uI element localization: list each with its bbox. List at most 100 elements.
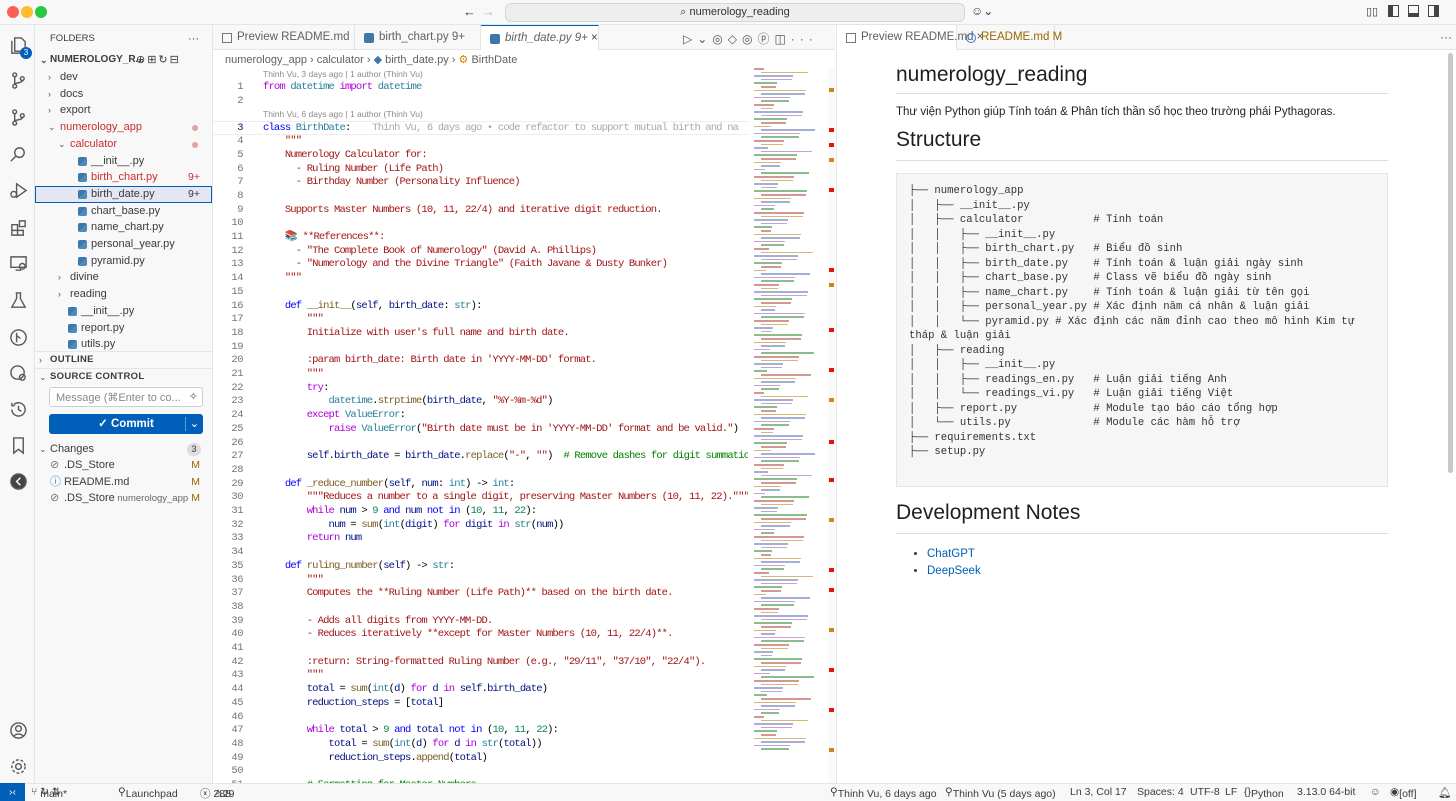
- line-number: 23: [213, 395, 243, 409]
- tree-item[interactable]: ›export: [35, 102, 212, 119]
- timeline-icon[interactable]: [7, 398, 29, 420]
- remote-explorer-icon[interactable]: [7, 252, 29, 274]
- end-of-line[interactable]: LF: [1225, 786, 1237, 798]
- tree-item[interactable]: ›dev: [35, 69, 212, 86]
- cursor-position[interactable]: Ln 3, Col 17: [1070, 786, 1127, 798]
- tab-preview-readme[interactable]: Preview README.md ×: [837, 25, 957, 50]
- tree-item[interactable]: __init__.py: [35, 153, 212, 170]
- breadcrumb-item[interactable]: calculator: [317, 54, 364, 66]
- tree-item[interactable]: report.py: [35, 320, 212, 337]
- workspace-root[interactable]: ⌄ NUMEROLOGY_R... ⊕⊞↻⊟: [35, 52, 212, 69]
- tree-item[interactable]: birth_date.py9+: [35, 186, 212, 203]
- tree-item[interactable]: ›docs: [35, 86, 212, 103]
- more-actions-icon[interactable]: ···: [188, 31, 199, 48]
- toggle-secondary-sidebar-icon[interactable]: [1428, 5, 1439, 17]
- tab-readme[interactable]: README.md M: [957, 25, 1055, 50]
- minimap-line: [761, 295, 807, 297]
- editor-scrollbar[interactable]: [828, 68, 835, 783]
- gitlens-icon[interactable]: [7, 326, 29, 348]
- minimap-line: [754, 97, 790, 99]
- line-number: 35: [213, 560, 243, 574]
- tree-item[interactable]: ›reading: [35, 286, 212, 303]
- tree-item-label: export: [60, 102, 91, 119]
- testing-icon[interactable]: [7, 289, 29, 311]
- tab-birth-date[interactable]: birth_date.py 9+ ×: [481, 25, 599, 51]
- tab-preview-readme[interactable]: Preview README.md: [213, 25, 355, 50]
- minimap-line: [761, 230, 771, 232]
- commit-button[interactable]: ✓ Commit⌄: [49, 414, 203, 434]
- search-icon[interactable]: [7, 143, 29, 165]
- tree-item[interactable]: birth_chart.py9+: [35, 169, 212, 186]
- explorer-icon[interactable]: 3: [7, 34, 29, 56]
- launchpad-item[interactable]: ⚲ Launchpad: [118, 786, 126, 798]
- gitkraken-icon[interactable]: [7, 470, 29, 492]
- minimize-window-button[interactable]: [21, 6, 33, 18]
- copilot-status-icon[interactable]: ☺: [1370, 786, 1381, 798]
- minimap-line: [754, 486, 781, 488]
- remote-indicator-icon[interactable]: ›‹: [0, 783, 25, 801]
- back-arrow-icon[interactable]: ←: [463, 4, 476, 19]
- gitlens-blame-item[interactable]: ⚲ Thinh Vu (5 days ago): [945, 786, 953, 798]
- tab-birth-chart[interactable]: birth_chart.py 9+: [355, 25, 481, 50]
- branch-indicator[interactable]: ⑂ main* ↻ ⇅: [31, 786, 61, 798]
- customize-layout-icon[interactable]: ▯▯: [1366, 5, 1378, 18]
- gitlens-inspect-icon[interactable]: [7, 362, 29, 384]
- change-item[interactable]: ⊘.DS_Store numerology_appM: [35, 490, 212, 507]
- sparkle-icon[interactable]: ✧: [189, 390, 198, 403]
- explorer-actions[interactable]: ⊕⊞↻⊟: [136, 52, 181, 69]
- close-window-button[interactable]: [7, 6, 19, 18]
- command-center-search[interactable]: ⌕ numerology_reading: [505, 3, 965, 22]
- tree-item[interactable]: ⌄numerology_app: [35, 119, 212, 136]
- run-debug-icon[interactable]: [7, 179, 29, 201]
- source-control-section-header[interactable]: ⌄ SOURCE CONTROL: [35, 368, 212, 385]
- toggle-panel-icon[interactable]: [1408, 5, 1419, 17]
- changes-group[interactable]: ⌄ Changes 3: [35, 441, 212, 458]
- copilot-toggle[interactable]: ◉ [off]: [1390, 786, 1399, 798]
- change-item[interactable]: ⓘREADME.mdM: [35, 474, 212, 491]
- language-mode[interactable]: {} Python: [1244, 786, 1251, 798]
- minimap-line: [754, 414, 806, 416]
- source-control-icon[interactable]: [7, 69, 29, 91]
- breadcrumb-item[interactable]: numerology_app: [225, 54, 307, 66]
- tree-item[interactable]: personal_year.py: [35, 236, 212, 253]
- code-editor[interactable]: Thinh Vu, 3 days ago | 1 author (Thinh V…: [213, 68, 748, 783]
- codelens-blame[interactable]: Thinh Vu, 3 days ago | 1 author (Thinh V…: [263, 68, 423, 81]
- breadcrumb-item[interactable]: BirthDate: [471, 54, 517, 66]
- code-token: __init__: [307, 300, 351, 312]
- tree-item[interactable]: __init__.py: [35, 303, 212, 320]
- source-control-graph-icon[interactable]: [7, 106, 29, 128]
- breadcrumb-item[interactable]: birth_date.py: [385, 54, 449, 66]
- extensions-icon[interactable]: [7, 216, 29, 238]
- preview-scrollbar[interactable]: [1448, 53, 1453, 473]
- outline-section-header[interactable]: › OUTLINE: [35, 351, 212, 368]
- forward-arrow-icon[interactable]: →: [482, 4, 495, 19]
- python-interpreter[interactable]: 3.13.0 64-bit: [1297, 786, 1355, 798]
- indentation[interactable]: Spaces: 4: [1137, 786, 1184, 798]
- minimap[interactable]: [748, 68, 828, 783]
- notifications-bell-icon[interactable]: 🔔︎: [1438, 786, 1451, 799]
- change-item[interactable]: ⊘.DS_StoreM: [35, 457, 212, 474]
- commit-message-input[interactable]: Message (⌘Enter to co...✧: [49, 387, 203, 407]
- codelens-blame[interactable]: Thinh Vu, 6 days ago | 1 author (Thinh V…: [263, 108, 423, 121]
- tree-item[interactable]: ›divine: [35, 269, 212, 286]
- problems-indicator[interactable]: ⓧ 288 ⚠ 29: [200, 786, 223, 801]
- editor-actions-toolbar[interactable]: ▷⌄◎◇◎ⓟ◫···: [683, 30, 818, 47]
- account-icon[interactable]: [7, 719, 29, 741]
- bookmarks-icon[interactable]: [7, 434, 29, 456]
- code-token: in: [465, 738, 476, 750]
- settings-gear-icon[interactable]: [7, 755, 29, 777]
- git-blame-item[interactable]: ⚲ Thinh Vu, 6 days ago: [830, 786, 838, 798]
- chatgpt-link[interactable]: ChatGPT: [927, 548, 975, 560]
- tree-item[interactable]: ⌄calculator: [35, 136, 212, 153]
- copilot-icon[interactable]: ☺⌄: [971, 4, 993, 18]
- maximize-window-button[interactable]: [35, 6, 47, 18]
- deepseek-link[interactable]: DeepSeek: [927, 565, 981, 577]
- more-actions-icon[interactable]: ···: [1440, 30, 1452, 44]
- commit-dropdown-chevron-icon[interactable]: ⌄: [185, 417, 203, 431]
- tree-item[interactable]: chart_base.py: [35, 203, 212, 220]
- encoding[interactable]: UTF-8: [1190, 786, 1220, 798]
- toggle-sidebar-icon[interactable]: [1388, 5, 1399, 17]
- close-tab-icon[interactable]: ×: [591, 32, 598, 44]
- tree-item[interactable]: name_chart.py: [35, 219, 212, 236]
- tree-item[interactable]: pyramid.py: [35, 253, 212, 270]
